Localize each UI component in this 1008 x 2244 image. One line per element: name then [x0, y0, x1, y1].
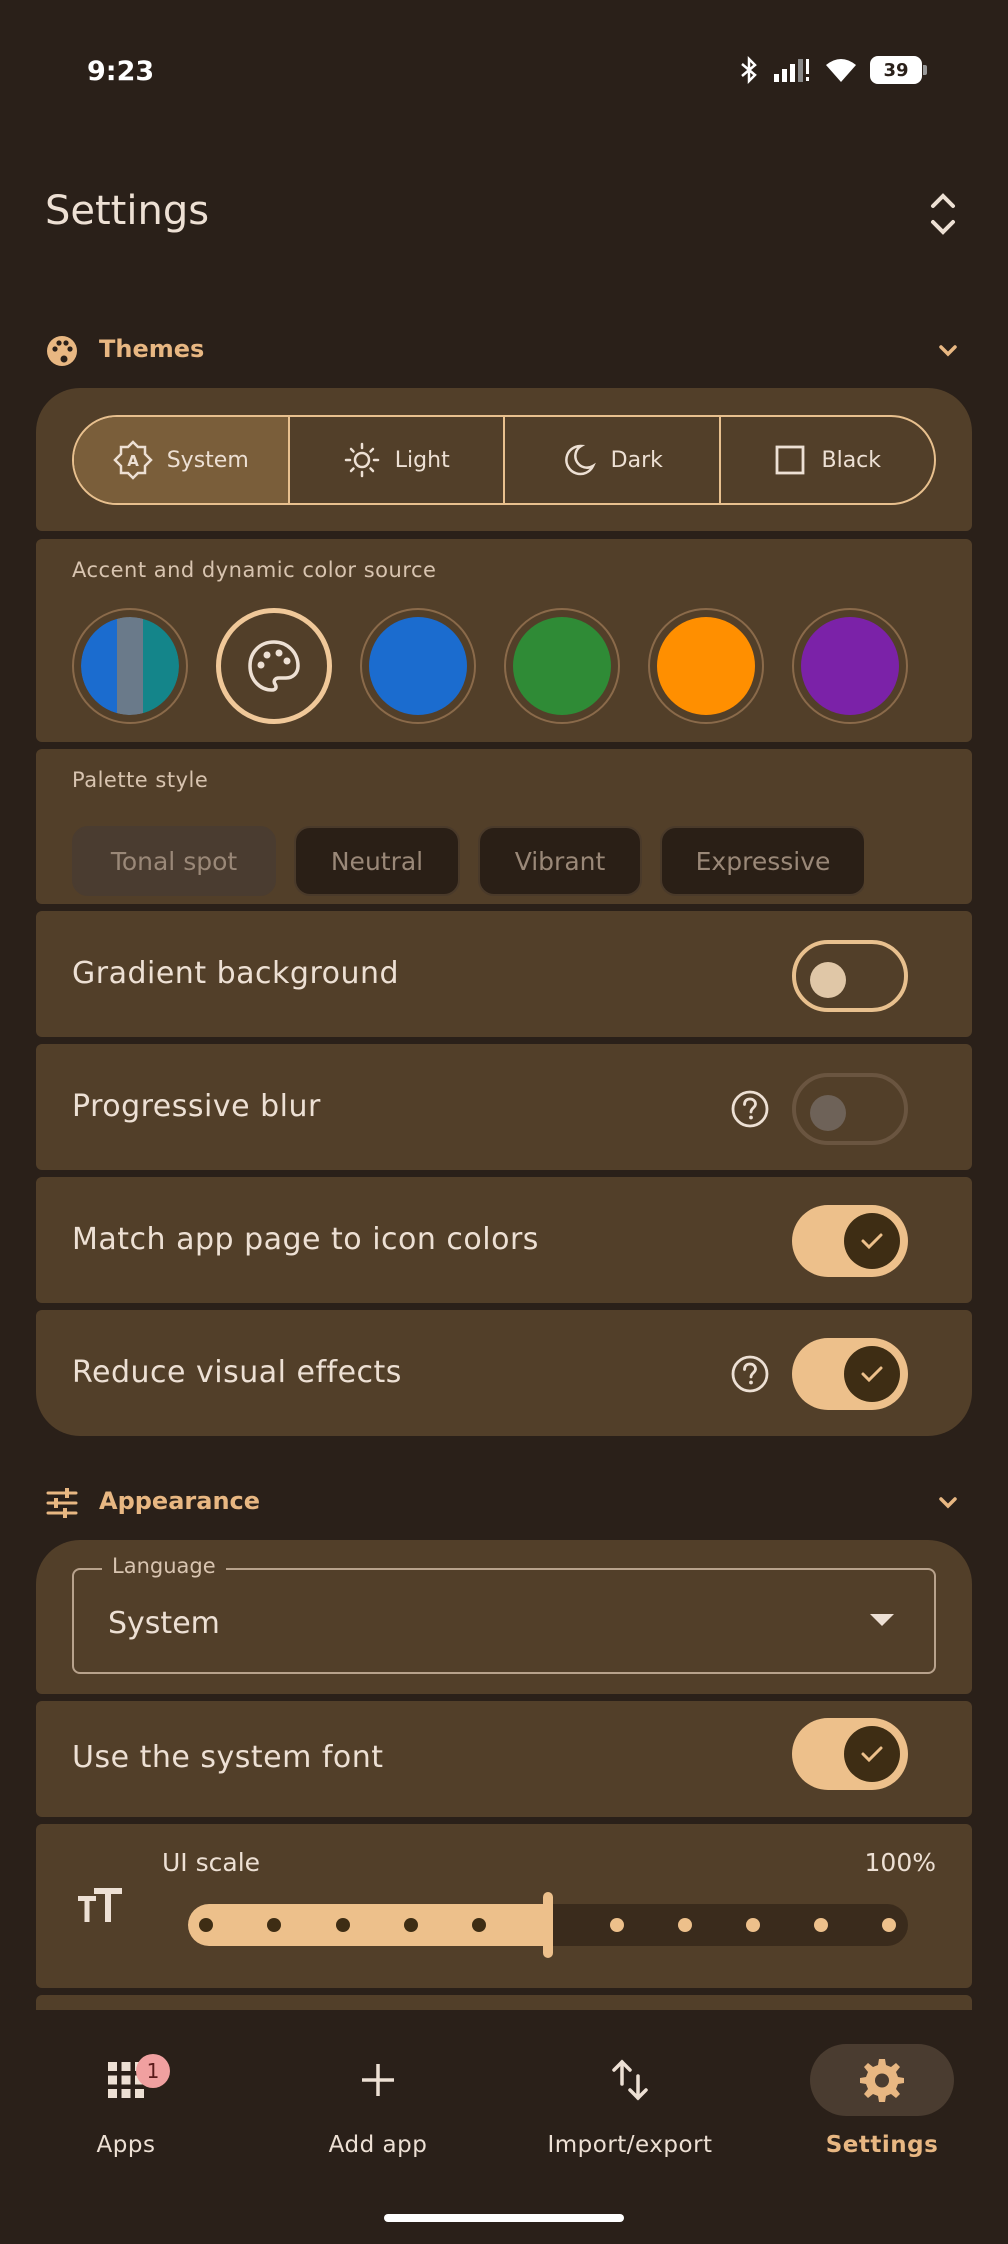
- slider-tick: [404, 1918, 418, 1932]
- switch-knob: [844, 1213, 900, 1269]
- nav-apps[interactable]: 1 Apps: [26, 2044, 226, 2158]
- expand-collapse-all-button[interactable]: [918, 186, 968, 242]
- slider-tick: [814, 1918, 828, 1932]
- plus-icon: [362, 2064, 394, 2096]
- progressive-blur-switch[interactable]: [792, 1073, 908, 1145]
- reduce-visual-effects-switch[interactable]: [792, 1338, 908, 1410]
- nav-label: Import/export: [547, 2132, 713, 2158]
- nav-label: Apps: [96, 2132, 156, 2158]
- match-icon-colors-switch[interactable]: [792, 1205, 908, 1277]
- nav-settings[interactable]: Settings: [782, 2044, 982, 2158]
- slider-tick: [472, 1918, 486, 1932]
- reduce-visual-effects-label: Reduce visual effects: [72, 1355, 402, 1390]
- ui-scale-slider[interactable]: [188, 1892, 908, 1958]
- palette-chip-expressive[interactable]: Expressive: [660, 826, 864, 896]
- slider-tick: [678, 1918, 692, 1932]
- battery-icon: 39: [870, 56, 927, 84]
- slider-tick: [746, 1918, 760, 1932]
- switch-knob: [810, 962, 846, 998]
- slider-tick: [199, 1918, 213, 1932]
- text-size-icon: [78, 1888, 122, 1922]
- import-export-icon: [612, 2059, 648, 2101]
- check-icon: [861, 1366, 883, 1383]
- ui-scale-value: 100%: [864, 1848, 936, 1877]
- slider-tick: [610, 1918, 624, 1932]
- ui-scale-label: UI scale: [162, 1848, 261, 1877]
- palette-chip-vibrant[interactable]: Vibrant: [478, 826, 642, 896]
- system-font-switch[interactable]: [792, 1718, 908, 1790]
- home-indicator: [384, 2214, 624, 2222]
- switch-knob: [844, 1346, 900, 1402]
- notification-badge: 1: [136, 2054, 170, 2088]
- nav-import-export[interactable]: Import/export: [530, 2044, 730, 2158]
- bottom-navigation: 1 Apps Add app Import/export Settings: [0, 2010, 1008, 2244]
- battery-level: 39: [883, 59, 909, 81]
- switch-knob: [844, 1726, 900, 1782]
- unfold-icon: [931, 193, 955, 235]
- nav-pill: [306, 2044, 450, 2116]
- nav-label: Settings: [825, 2132, 939, 2158]
- nav-pill: 1: [54, 2044, 198, 2116]
- language-value: System: [108, 1606, 220, 1641]
- slider-thumb[interactable]: [543, 1892, 553, 1958]
- check-icon: [861, 1233, 883, 1250]
- nav-pill-active: [810, 2044, 954, 2116]
- gear-icon: [860, 2059, 904, 2102]
- chevron-down-icon: [939, 345, 957, 357]
- help-icon[interactable]: [730, 1089, 770, 1129]
- palette-chip-tonal-spot[interactable]: Tonal spot: [72, 826, 276, 896]
- help-icon[interactable]: [730, 1354, 770, 1394]
- tune-icon: [46, 1488, 78, 1518]
- slider-tick: [267, 1918, 281, 1932]
- appearance-section-header[interactable]: Appearance: [0, 1472, 1008, 1532]
- nav-pill: [558, 2044, 702, 2116]
- slider-tick: [336, 1918, 350, 1932]
- appearance-section-title: Appearance: [99, 1487, 261, 1515]
- language-dropdown[interactable]: Language System: [72, 1554, 936, 1674]
- match-icon-colors-label: Match app page to icon colors: [72, 1222, 539, 1257]
- progressive-blur-label: Progressive blur: [72, 1089, 321, 1124]
- palette-chip-neutral[interactable]: Neutral: [294, 826, 460, 896]
- nav-add-app[interactable]: Add app: [278, 2044, 478, 2158]
- dropdown-arrow-icon: [870, 1614, 894, 1626]
- language-label: Language: [102, 1554, 226, 1578]
- slider-tick: [882, 1918, 896, 1932]
- slider-active-track: [188, 1904, 546, 1946]
- check-icon: [861, 1746, 883, 1763]
- system-font-label: Use the system font: [72, 1740, 384, 1775]
- switch-knob: [810, 1095, 846, 1131]
- gradient-background-switch[interactable]: [792, 940, 908, 1012]
- chevron-down-icon: [939, 1497, 957, 1509]
- gradient-background-label: Gradient background: [72, 956, 400, 991]
- nav-label: Add app: [328, 2132, 428, 2158]
